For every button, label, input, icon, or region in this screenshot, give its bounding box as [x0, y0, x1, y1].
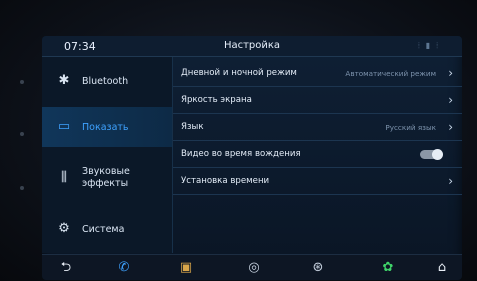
setting-row-day-night-mode[interactable]: Дневной и ночной режим Автоматический ре…: [173, 60, 462, 87]
bezel-button[interactable]: [20, 132, 24, 136]
sidebar-item-label: Система: [82, 224, 125, 235]
sidebar-item-system[interactable]: ⚙ Система: [42, 209, 172, 249]
sidebar-item-label: Звуковые эффекты: [82, 166, 130, 189]
bezel-button[interactable]: [20, 186, 24, 190]
signal-icon: ⦙: [418, 41, 426, 50]
bottom-nav-bar: ⮌ ✆ ▣ ◎ ⊛ ✿ ⌂: [42, 254, 462, 280]
setting-row-video-while-driving: Видео во время вождения: [173, 141, 462, 168]
music-icon[interactable]: ◎: [242, 259, 266, 277]
battery-icon: ▮: [425, 41, 437, 50]
chevron-right-icon: ›: [448, 174, 453, 188]
setting-row-time-setting[interactable]: Установка времени ›: [173, 168, 462, 195]
setting-row-language[interactable]: Язык Русский язык ›: [173, 114, 462, 141]
radio-icon[interactable]: ▣: [174, 259, 198, 277]
video-while-driving-toggle[interactable]: [420, 149, 443, 160]
chevron-right-icon: ›: [448, 93, 453, 107]
setting-label: Видео во время вождения: [181, 149, 301, 159]
bluetooth-icon: ✱: [58, 73, 70, 88]
back-icon[interactable]: ⮌: [54, 259, 78, 277]
status-bar: 07:34 Настройка ⦙▮⦙: [42, 36, 462, 57]
head-unit-photo: 07:34 Настройка ⦙▮⦙ ✱ Bluetooth ▭ Показа…: [0, 0, 477, 281]
sidebar: ✱ Bluetooth ▭ Показать ⫼ Звуковые эффект…: [42, 57, 173, 253]
setting-value: Автоматический режим: [345, 69, 436, 78]
setting-value: Русский язык: [385, 123, 436, 132]
phone-icon[interactable]: ✆: [112, 259, 136, 277]
sidebar-item-sound-effects[interactable]: ⫼ Звуковые эффекты: [42, 157, 172, 201]
sidebar-item-label: Показать: [82, 122, 129, 133]
status-icons: ⦙▮⦙: [418, 41, 444, 51]
settings-list: Дневной и ночной режим Автоматический ре…: [173, 57, 462, 253]
setting-label: Язык: [181, 122, 204, 132]
bezel-buttons: [10, 36, 36, 276]
setting-row-brightness[interactable]: Яркость экрана ›: [173, 87, 462, 114]
chevron-right-icon: ›: [448, 66, 453, 80]
setting-label: Дневной и ночной режим: [181, 68, 297, 78]
steering-wheel-icon[interactable]: ⊛: [306, 259, 330, 277]
equalizer-icon: ⫼: [61, 170, 67, 185]
display-icon: ▭: [57, 119, 71, 134]
gear-icon: ⚙: [58, 221, 70, 236]
screen: 07:34 Настройка ⦙▮⦙ ✱ Bluetooth ▭ Показа…: [42, 36, 462, 280]
home-icon[interactable]: ⌂: [430, 259, 454, 277]
chevron-right-icon: ›: [448, 120, 453, 134]
setting-label: Яркость экрана: [181, 95, 252, 105]
bezel-button[interactable]: [20, 80, 24, 84]
page-title: Настройка: [223, 40, 281, 51]
sidebar-item-display[interactable]: ▭ Показать: [42, 107, 172, 147]
sidebar-item-bluetooth[interactable]: ✱ Bluetooth: [42, 61, 172, 101]
sidebar-item-label: Bluetooth: [82, 76, 129, 87]
wifi-icon: ⦙: [436, 41, 444, 50]
settings-icon[interactable]: ✿: [376, 259, 400, 277]
toggle-knob: [432, 149, 443, 160]
setting-label: Установка времени: [181, 176, 270, 186]
